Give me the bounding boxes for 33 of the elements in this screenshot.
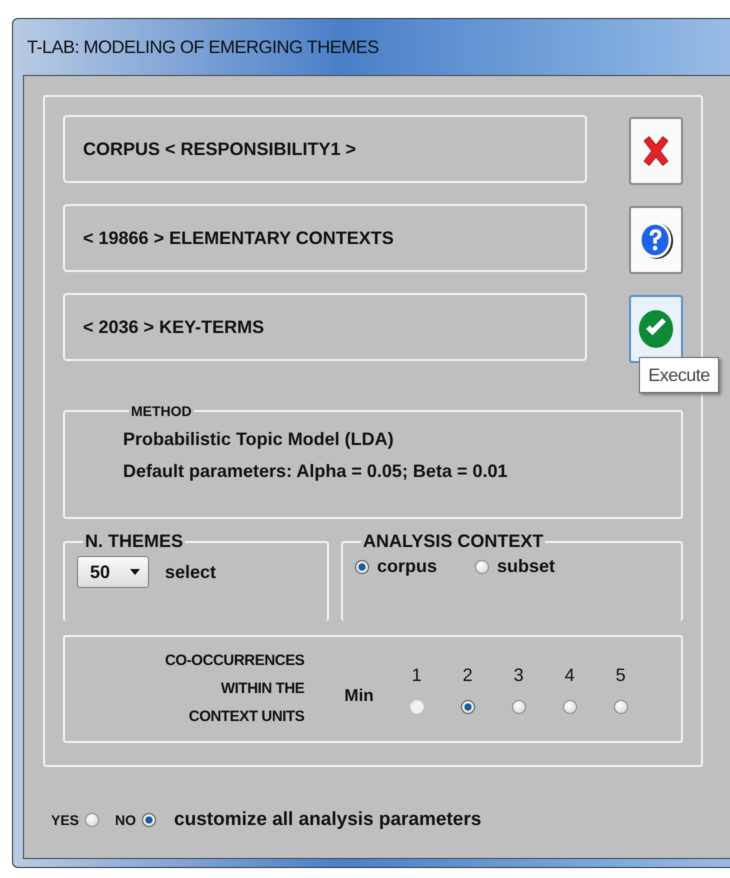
group-label: N. THEMES — [84, 531, 184, 552]
option-number: 2 — [462, 664, 473, 686]
tooltip: Execute — [639, 357, 719, 393]
radio-button[interactable] — [562, 700, 577, 714]
help-button[interactable] — [629, 206, 683, 274]
option-number: 4 — [564, 664, 575, 686]
customize-label: customize all analysis parameters — [174, 809, 482, 831]
radio-button[interactable] — [460, 700, 475, 714]
execute-button[interactable] — [629, 295, 683, 363]
radio-option[interactable]: subset — [475, 556, 556, 577]
radio-option[interactable]: corpus — [355, 556, 438, 577]
method-text: Default parameters: Alpha = 0.05; Beta = 0.01 — [123, 461, 508, 483]
cooccurrence-label: CO-OCCURRENCES WITHIN THE CONTEXT UNITS — [165, 651, 304, 727]
info-box: < 19866 > ELEMENTARY CONTEXTS — [63, 204, 587, 272]
checkmark-icon — [638, 307, 674, 351]
method-text: Probabilistic Topic Model (LDA) — [123, 429, 395, 451]
group-label: ANALYSIS CONTEXT — [362, 531, 544, 552]
info-box: < 2036 > KEY-TERMS — [63, 293, 587, 361]
window-title: T-LAB: MODELING OF EMERGING THEMES — [27, 36, 379, 58]
info-box: CORPUS < RESPONSIBILITY1 > — [63, 115, 587, 183]
min-label: Min — [344, 686, 374, 706]
close-button[interactable] — [629, 117, 683, 185]
option-number: 1 — [412, 664, 422, 686]
caret-icon — [130, 569, 140, 575]
radio-option[interactable]: NO — [115, 812, 156, 828]
select-label: select — [165, 562, 216, 582]
option-number: 5 — [616, 664, 626, 686]
radio-button[interactable] — [512, 700, 526, 714]
radio-option[interactable]: YES — [51, 812, 100, 828]
option-number: 3 — [514, 664, 524, 686]
radio-button[interactable] — [614, 700, 628, 714]
themes-dropdown[interactable]: 50 — [77, 556, 149, 588]
group-label: METHOD — [130, 403, 193, 419]
